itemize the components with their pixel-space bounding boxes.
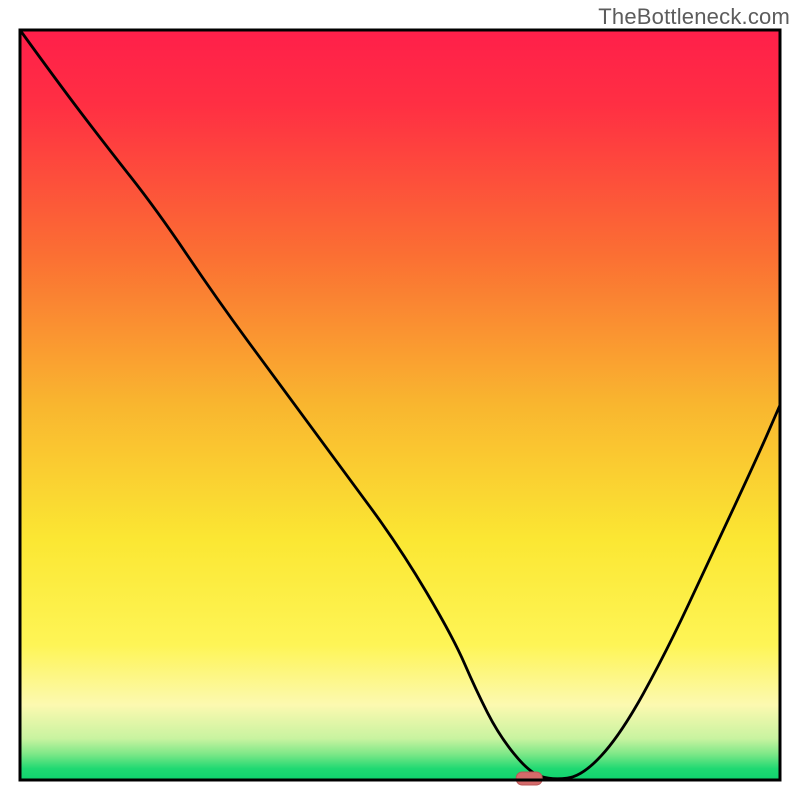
- gradient-background: [20, 30, 780, 780]
- bottleneck-chart: [0, 0, 800, 800]
- chart-container: { "watermark": "TheBottleneck.com", "col…: [0, 0, 800, 800]
